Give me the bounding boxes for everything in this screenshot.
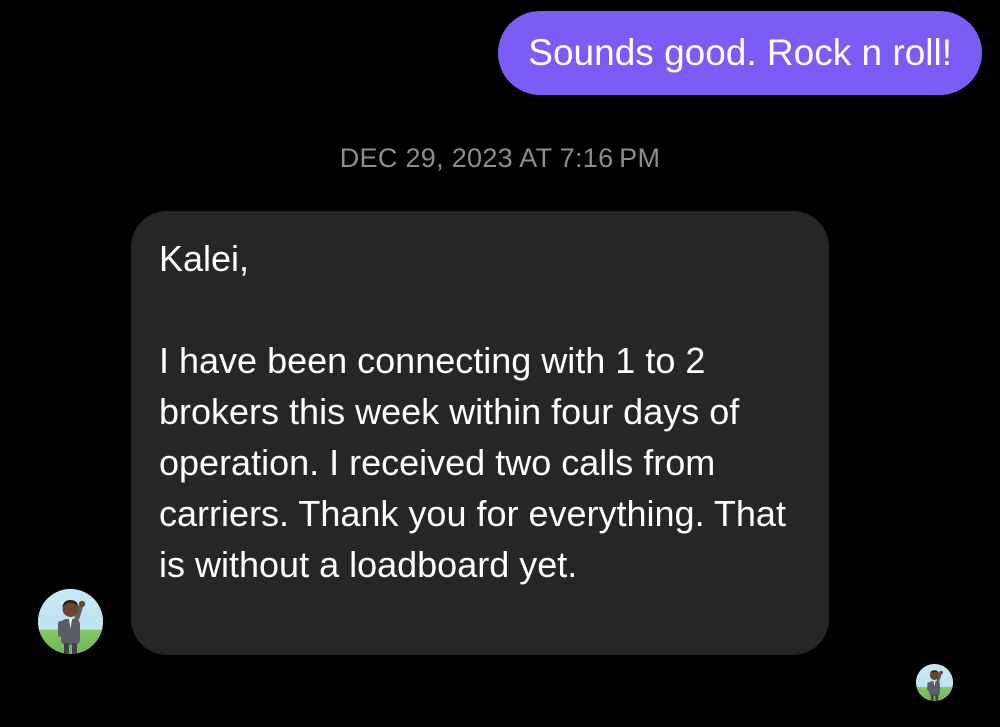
sender-avatar[interactable] [38,589,103,654]
memoji-avatar-icon [38,589,103,654]
sent-message-bubble[interactable]: Sounds good. Rock n roll! [498,11,982,95]
received-message-body: I have been connecting with 1 to 2 broke… [159,340,786,585]
received-message-bubble[interactable]: Kalei, I have been connecting with 1 to … [131,211,829,655]
sent-message-text: Sounds good. Rock n roll! [528,32,952,73]
message-timestamp: DEC 29, 2023 AT 7:16 PM [339,143,661,173]
received-message-greeting: Kalei, [159,238,250,279]
memoji-avatar-icon [916,664,953,701]
read-receipt-avatar [916,664,953,701]
